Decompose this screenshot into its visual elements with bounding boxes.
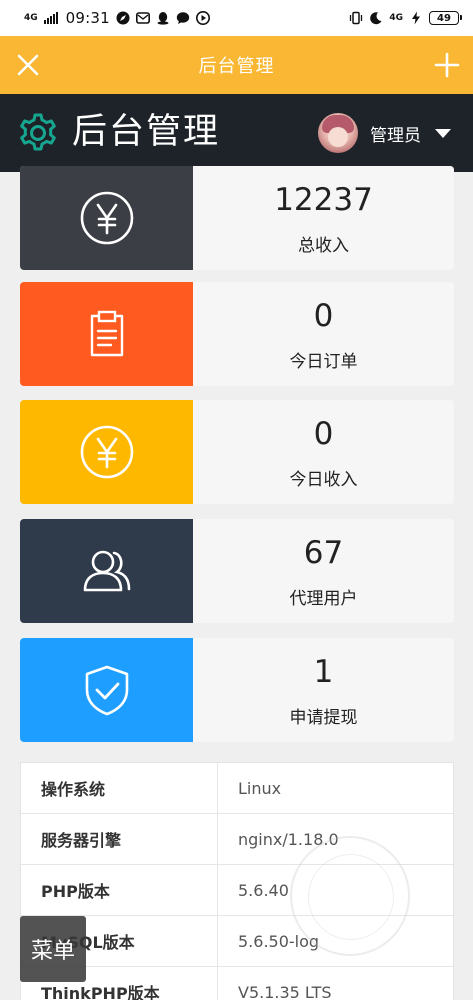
row-value: 5.6.40 [238, 880, 289, 900]
card-total-income[interactable]: 12237 总收入 [20, 166, 454, 270]
card-value: 12237 [274, 181, 373, 218]
card-info: 12237 总收入 [193, 166, 454, 270]
status-bar: 4G 09:31 4G 49 [0, 0, 473, 36]
play-icon [195, 11, 210, 25]
card-label: 申请提现 [289, 707, 358, 728]
vibrate-icon [350, 11, 363, 25]
row-key: PHP版本 [21, 865, 218, 915]
card-info: 67 代理用户 [193, 519, 454, 623]
network-type: 4G [24, 12, 38, 23]
card-value: 67 [303, 534, 344, 571]
table-row: 服务器引擎 nginx/1.18.0 [21, 814, 453, 865]
battery-level: 49 [437, 12, 451, 24]
card-icon-box [20, 519, 193, 623]
brand-title: 后台管理 [72, 112, 221, 152]
card-info: 0 今日收入 [193, 400, 454, 504]
row-key: 操作系统 [21, 763, 218, 813]
gear-icon [20, 113, 56, 151]
card-label: 今日收入 [289, 469, 358, 490]
card-today-orders[interactable]: 0 今日订单 [20, 282, 454, 386]
close-icon[interactable] [14, 51, 42, 79]
card-withdraw-requests[interactable]: 1 申请提现 [20, 638, 454, 742]
row-key: 服务器引擎 [21, 814, 218, 864]
users-icon [83, 550, 130, 592]
row-value: Linux [238, 778, 282, 798]
shield-check-icon [85, 665, 128, 716]
card-value: 1 [313, 653, 334, 690]
clipboard-icon [90, 310, 123, 357]
card-label: 总收入 [298, 235, 349, 256]
yen-icon [80, 425, 133, 479]
user-name[interactable]: 管理员 [370, 121, 421, 146]
card-info: 0 今日订单 [193, 282, 454, 386]
table-row: 操作系统 Linux [21, 763, 453, 814]
qq-icon [157, 12, 169, 25]
signal-icon [43, 12, 58, 24]
compass-icon [116, 11, 130, 25]
plus-icon[interactable] [433, 51, 461, 79]
card-value: 0 [313, 415, 334, 452]
table-row: PHP版本 5.6.40 [21, 865, 453, 916]
row-value: V5.1.35 LTS [238, 982, 332, 1000]
card-icon-box [20, 400, 193, 504]
card-icon-box [20, 282, 193, 386]
moon-icon [370, 12, 382, 25]
row-value: nginx/1.18.0 [238, 829, 339, 849]
admin-header: 后台管理 管理员 [0, 94, 473, 172]
card-info: 1 申请提现 [193, 638, 454, 742]
page-title: 后台管理 [198, 56, 275, 77]
card-label: 代理用户 [289, 588, 358, 609]
card-icon-box [20, 638, 193, 742]
user-menu[interactable]: 管理员 [318, 113, 451, 153]
row-value: 5.6.50-log [238, 931, 320, 951]
clock-time: 09:31 [65, 9, 110, 27]
card-icon-box [20, 166, 193, 270]
title-bar: 后台管理 [0, 36, 473, 94]
mail-icon [135, 12, 150, 24]
card-agent-users[interactable]: 67 代理用户 [20, 519, 454, 623]
caret-down-icon[interactable] [435, 128, 451, 138]
avatar[interactable] [318, 113, 358, 153]
card-label: 今日订单 [289, 351, 358, 372]
card-today-income[interactable]: 0 今日收入 [20, 400, 454, 504]
charging-icon [412, 11, 420, 25]
yen-icon [80, 191, 133, 245]
chat-icon [176, 12, 190, 24]
card-value: 0 [313, 297, 334, 334]
network-type-right: 4G [389, 12, 403, 23]
battery-icon: 49 [429, 11, 462, 25]
menu-button[interactable]: 菜单 [20, 916, 86, 982]
